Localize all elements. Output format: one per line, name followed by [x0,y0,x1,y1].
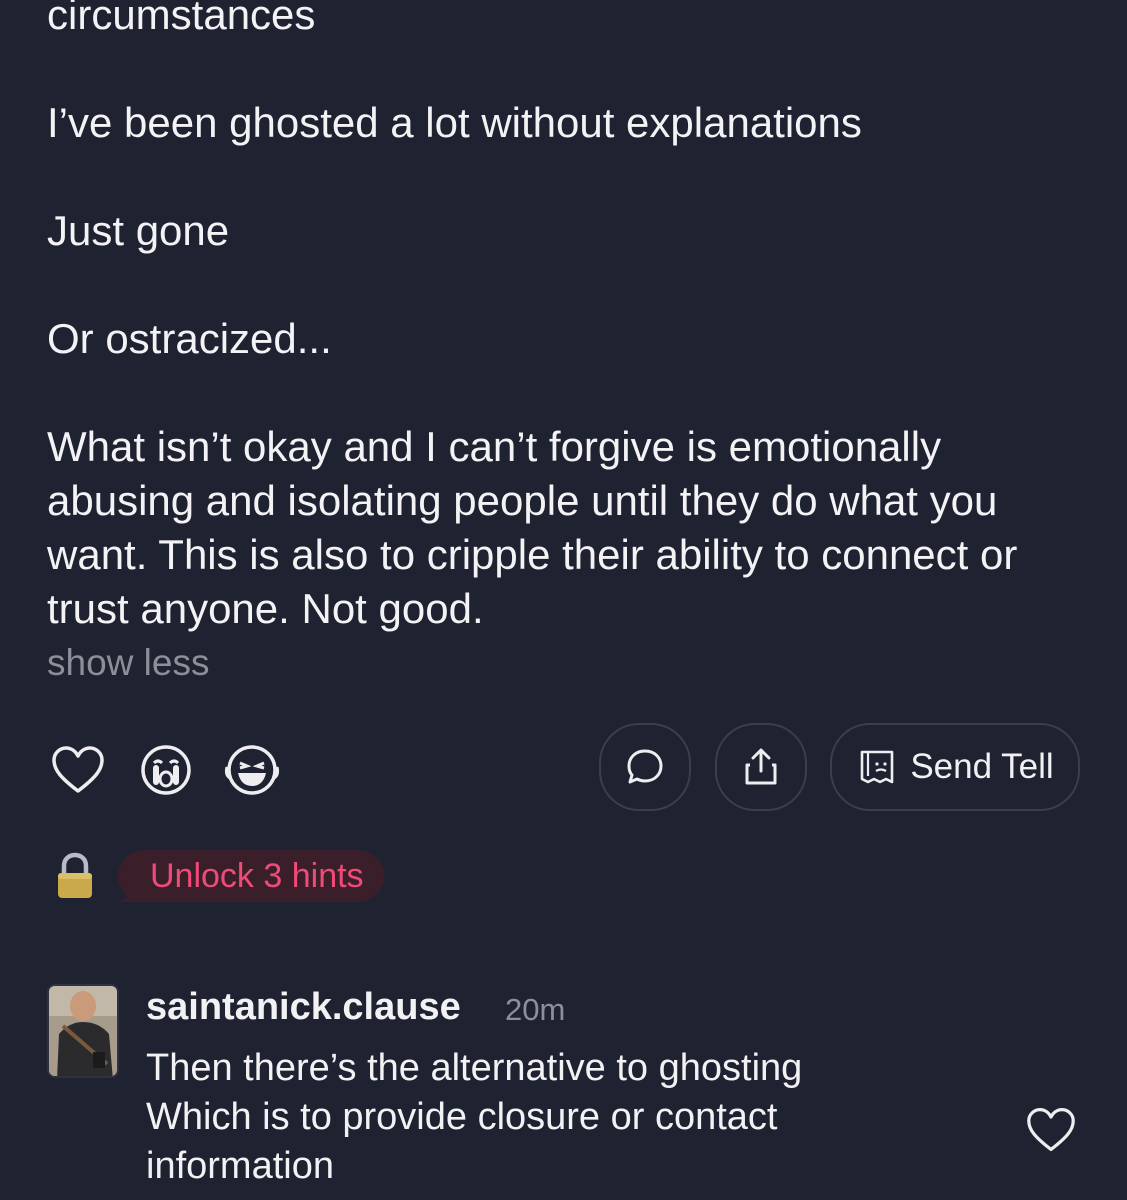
post-paragraph: I’ve been ghosted a lot without explanat… [47,99,862,146]
crying-face-icon [141,745,191,795]
unlock-hints-button[interactable]: Unlock 3 hints [118,850,384,902]
avatar[interactable] [47,984,119,1078]
post-paragraph: circumstances [47,0,316,38]
comment-line: information [146,1145,334,1187]
share-button[interactable] [715,723,807,811]
show-less-link[interactable]: show less [47,642,209,684]
share-icon [745,748,777,785]
comment-button[interactable] [599,723,691,811]
post-paragraph: Just gone [47,207,230,254]
send-tell-label: Send Tell [910,747,1054,786]
comment-text: Then there’s the alternative to ghosting… [146,1044,986,1191]
comment-line: Then there’s the alternative to ghosting [146,1047,803,1089]
heart-icon [52,746,104,793]
paper-bag-icon [861,750,894,784]
heart-icon [1027,1108,1075,1152]
comment-username[interactable]: saintanick.clause [146,986,461,1029]
post-screen: circumstances I’ve been ghosted a lot wi… [0,0,1127,1200]
post-paragraph: Or ostracized... [47,315,332,362]
send-tell-button[interactable]: Send Tell [830,723,1080,811]
comment-timestamp: 20m [505,992,566,1027]
lock-icon [58,852,92,898]
laugh-reaction-button[interactable] [222,740,282,800]
chat-bubble-icon [627,749,663,784]
laughing-face-icon [224,745,280,795]
like-button[interactable] [48,740,108,800]
comment-line: Which is to provide closure or contact [146,1096,778,1138]
comment-like-button[interactable] [1026,1106,1078,1158]
avatar-photo [49,986,117,1076]
post-paragraph: What isn’t okay and I can’t forgive is e… [47,423,1018,632]
post-body: circumstances I’ve been ghosted a lot wi… [47,0,1087,636]
cry-reaction-button[interactable] [136,740,196,800]
